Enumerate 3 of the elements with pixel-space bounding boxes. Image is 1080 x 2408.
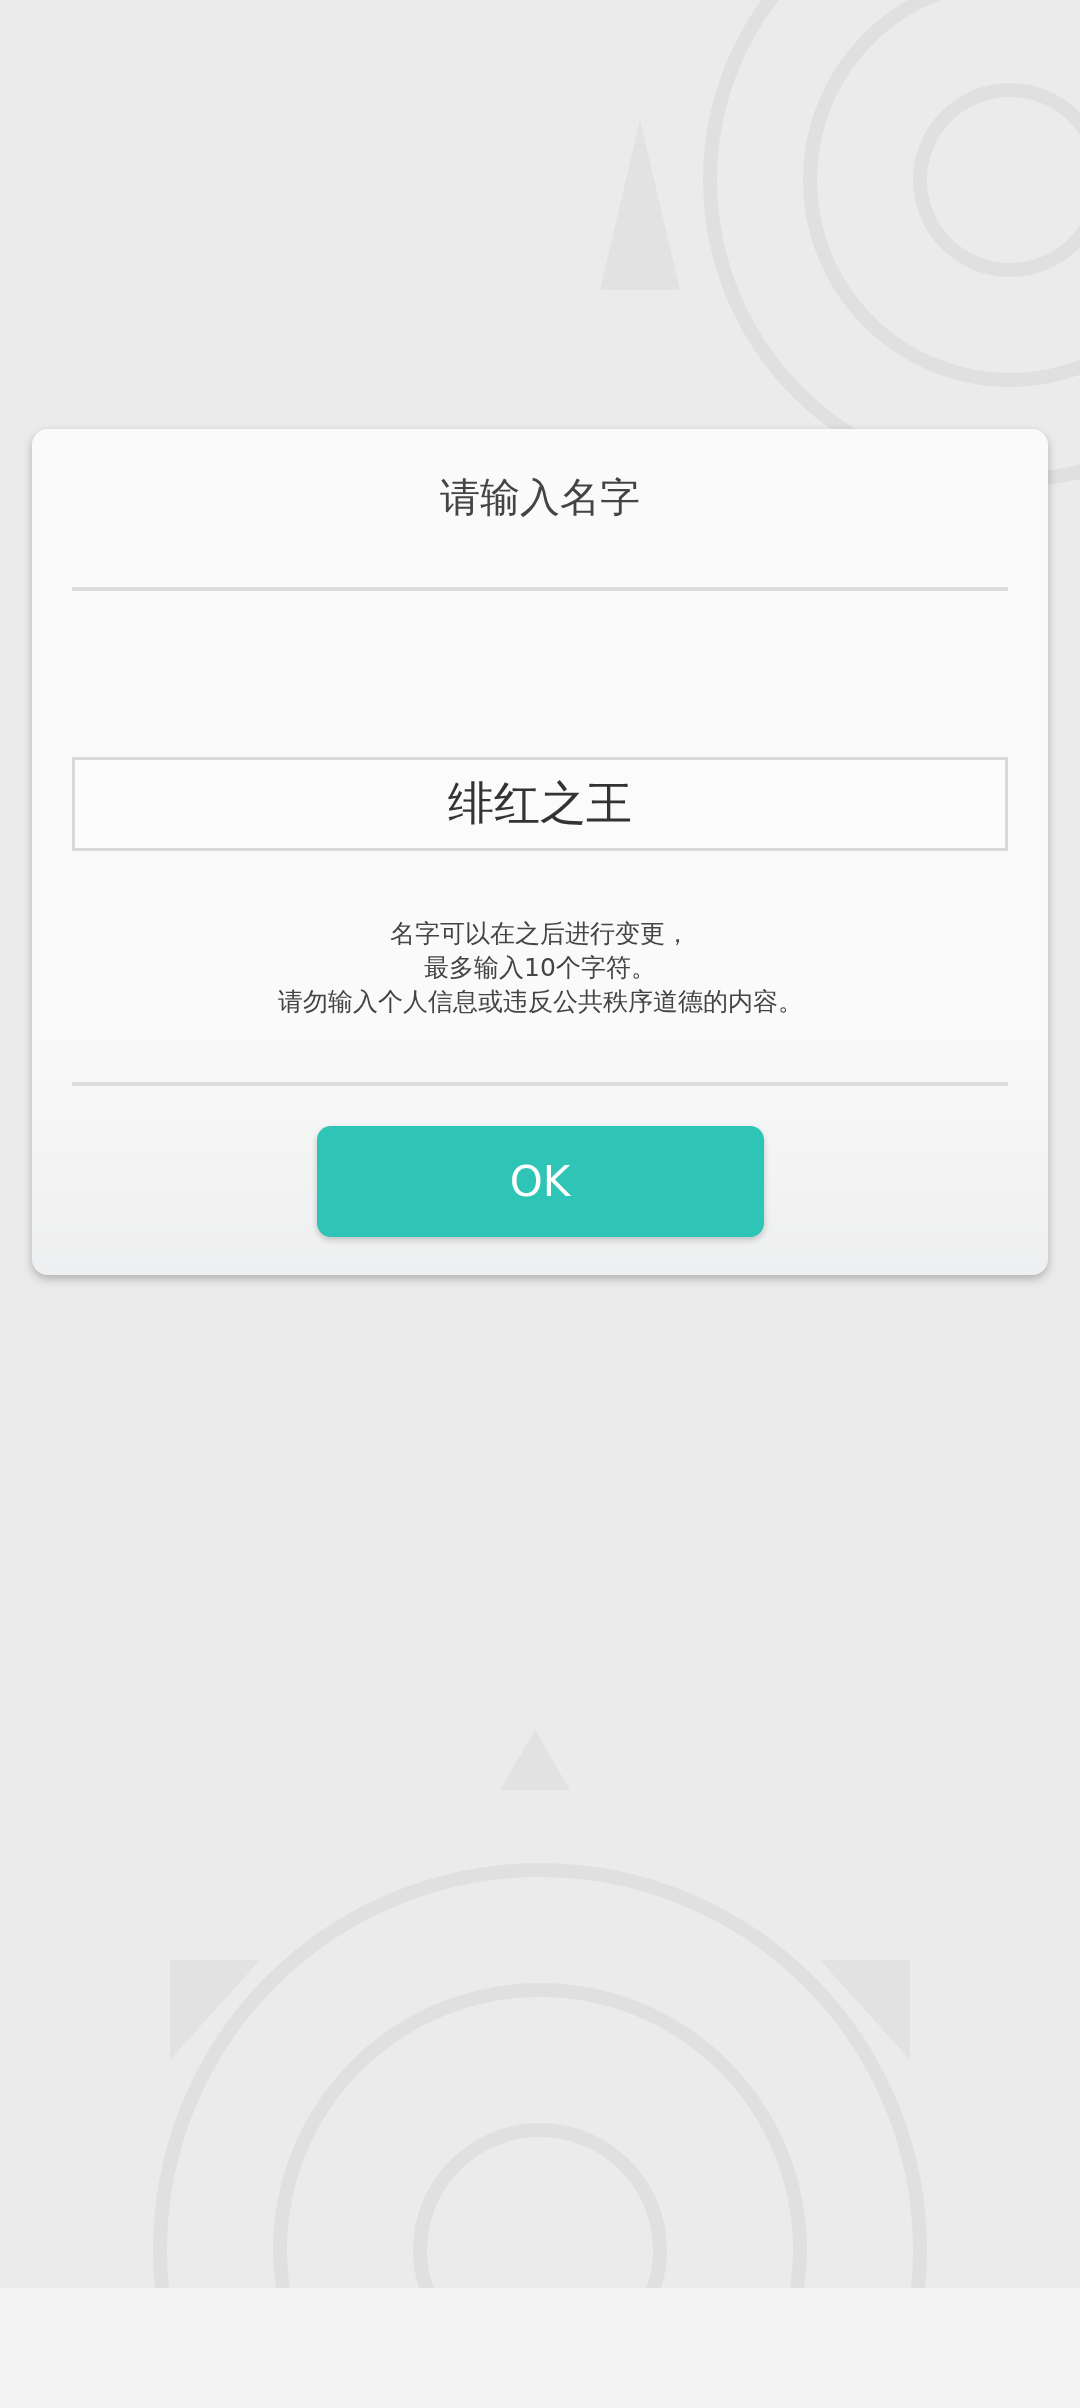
hint-text: 名字可以在之后进行变更， 最多输入10个字符。 请勿输入个人信息或违反公共秩序道德的内容。 bbox=[276, 918, 804, 1018]
dialog-title: 请输入名字 bbox=[439, 473, 641, 522]
name-input-field[interactable]: 绯红之王 bbox=[72, 757, 1008, 851]
